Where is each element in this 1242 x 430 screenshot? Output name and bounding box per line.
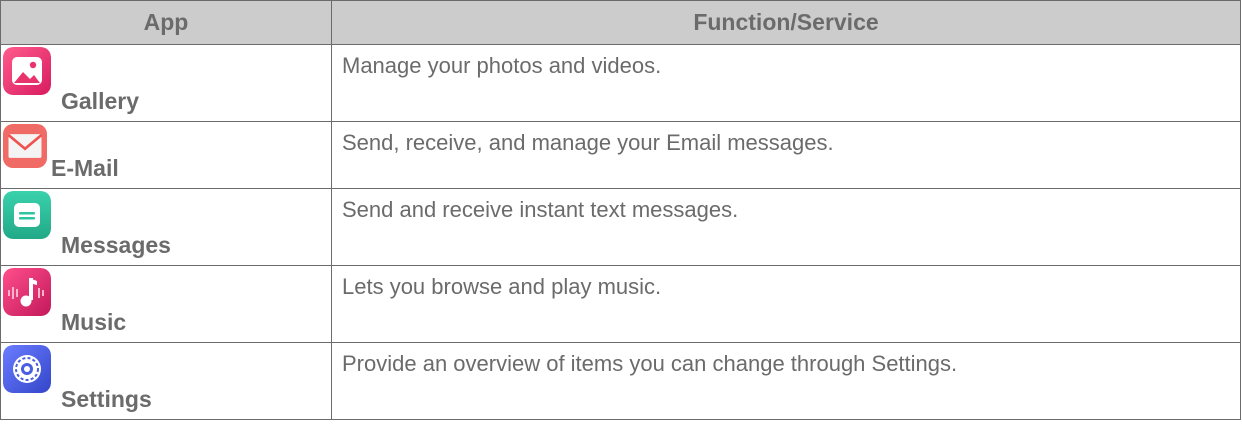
header-function: Function/Service <box>331 0 1241 45</box>
function-text: Send and receive instant text messages. <box>342 197 739 222</box>
function-text: Manage your photos and videos. <box>342 53 662 78</box>
app-name: Settings <box>61 386 152 412</box>
music-icon <box>3 268 51 316</box>
email-icon <box>3 124 47 168</box>
function-text: Provide an overview of items you can cha… <box>342 351 958 376</box>
app-cell-messages: Messages <box>0 188 332 266</box>
app-name: E-Mail <box>51 155 119 181</box>
table-row: E-Mail Send, receive, and manage your Em… <box>0 121 1241 189</box>
app-cell-gallery: Gallery <box>0 44 332 122</box>
settings-icon <box>3 345 51 393</box>
messages-icon <box>3 191 51 239</box>
app-name: Gallery <box>61 88 139 114</box>
app-name: Music <box>61 309 127 335</box>
gallery-icon <box>3 47 51 95</box>
function-text: Lets you browse and play music. <box>342 274 662 299</box>
app-cell-settings: Settings <box>0 342 332 420</box>
table-row: Messages Send and receive instant text m… <box>0 188 1241 266</box>
function-cell: Lets you browse and play music. <box>331 265 1241 343</box>
function-cell: Send and receive instant text messages. <box>331 188 1241 266</box>
apps-table: App Function/Service Gallery Manage your… <box>0 0 1241 420</box>
app-cell-music: Music <box>0 265 332 343</box>
table-row: Gallery Manage your photos and videos. <box>0 44 1241 122</box>
function-cell: Send, receive, and manage your Email mes… <box>331 121 1241 189</box>
app-name: Messages <box>61 232 171 258</box>
function-cell: Manage your photos and videos. <box>331 44 1241 122</box>
function-text: Send, receive, and manage your Email mes… <box>342 130 834 155</box>
app-cell-email: E-Mail <box>0 121 332 189</box>
function-cell: Provide an overview of items you can cha… <box>331 342 1241 420</box>
header-app: App <box>0 0 332 45</box>
table-row: Settings Provide an overview of items yo… <box>0 342 1241 420</box>
table-header-row: App Function/Service <box>0 0 1241 45</box>
table-row: Music Lets you browse and play music. <box>0 265 1241 343</box>
